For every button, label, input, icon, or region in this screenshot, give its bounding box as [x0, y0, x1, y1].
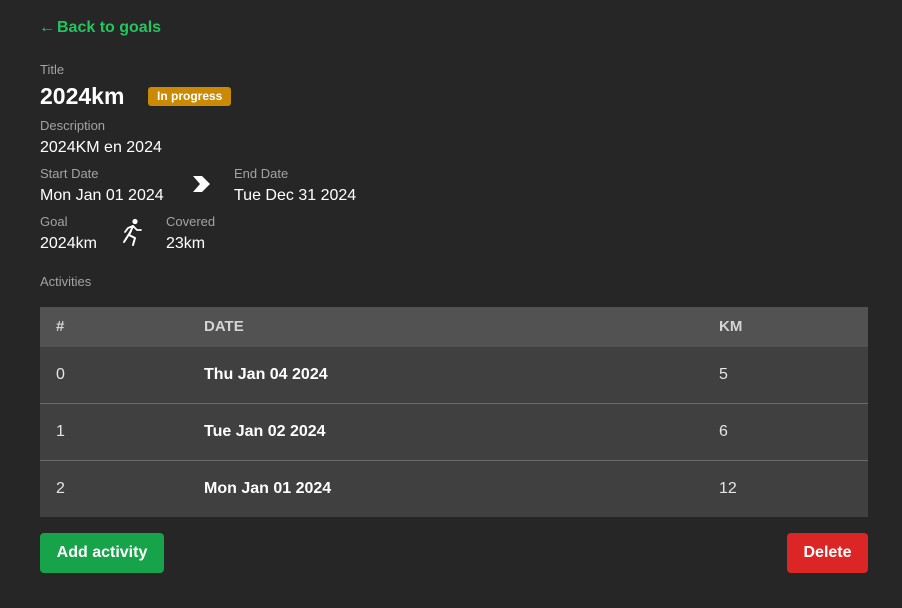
description-label: Description: [40, 118, 106, 133]
activity-date: Tue Jan 02 2024: [188, 403, 703, 461]
add-activity-button[interactable]: Add activity: [40, 533, 164, 573]
title-label: Title: [40, 62, 65, 77]
activities-label: Activities: [40, 274, 92, 289]
goal-detail-page: ← Back to goals Title 2024km In progress …: [0, 0, 902, 608]
activity-index: 0: [40, 347, 188, 404]
delete-goal-button[interactable]: Delete: [787, 533, 868, 573]
goal-description: 2024KM en 2024: [40, 139, 162, 156]
table-row: 0 Thu Jan 04 2024 5: [40, 347, 868, 404]
activity-date: Mon Jan 01 2024: [188, 460, 703, 517]
chevron-right-icon: [193, 176, 210, 192]
end-date-label: End Date: [234, 166, 289, 181]
back-to-goals-label: Back to goals: [57, 19, 162, 36]
goal-title: 2024km: [40, 83, 125, 109]
column-header-km: KM: [703, 307, 868, 347]
start-date-value: Mon Jan 01 2024: [40, 187, 164, 204]
table-row: 2 Mon Jan 01 2024 12: [40, 460, 868, 517]
column-header-date: DATE: [188, 307, 703, 347]
running-person-icon: [123, 218, 142, 246]
status-badge: In progress: [148, 87, 232, 106]
activity-date: Thu Jan 04 2024: [188, 347, 703, 404]
activity-index: 2: [40, 460, 188, 517]
back-arrow-icon: ←: [39, 19, 55, 36]
goal-distance-value: 2024km: [40, 235, 97, 252]
activities-table: # DATE KM 0 Thu Jan 04 2024 5 1 Tue Jan …: [40, 307, 868, 517]
column-header-number: #: [40, 307, 188, 347]
activity-km: 6: [703, 403, 868, 461]
start-date-label: Start Date: [40, 166, 99, 181]
covered-distance-value: 23km: [166, 235, 206, 252]
activity-km: 5: [703, 347, 868, 404]
table-row: 1 Tue Jan 02 2024 6: [40, 403, 868, 461]
end-date-value: Tue Dec 31 2024: [234, 187, 357, 204]
goal-label: Goal: [40, 214, 68, 229]
covered-label: Covered: [166, 214, 216, 229]
activity-index: 1: [40, 403, 188, 461]
activity-km: 12: [703, 460, 868, 517]
back-to-goals-link[interactable]: ← Back to goals: [39, 18, 161, 38]
table-header-row: # DATE KM: [40, 307, 868, 347]
